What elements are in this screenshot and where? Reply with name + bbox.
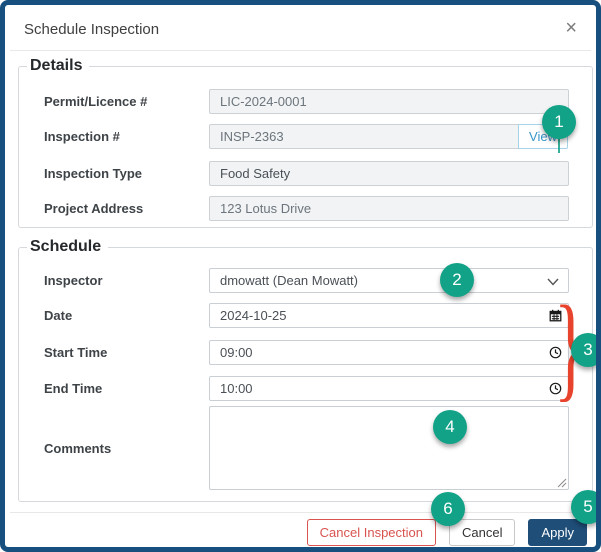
close-icon[interactable]: ×	[565, 18, 577, 38]
date-label: Date	[44, 308, 73, 323]
inspection-type-input	[209, 161, 569, 186]
cancel-inspection-button[interactable]: Cancel Inspection	[306, 519, 436, 546]
annotation-badge-6: 6	[431, 492, 465, 526]
date-control	[209, 303, 569, 328]
end-time-label: End Time	[44, 381, 103, 396]
comments-textarea[interactable]	[209, 406, 569, 490]
modal-title: Schedule Inspection	[24, 21, 160, 38]
schedule-section: Schedule Inspector dmowatt (Dean Mowatt)…	[18, 236, 593, 502]
project-address-label: Project Address	[44, 201, 144, 216]
schedule-legend: Schedule	[27, 236, 109, 258]
annotation-badge-4: 4	[433, 410, 467, 444]
inspection-number-input	[209, 124, 519, 149]
footer-divider	[10, 512, 591, 513]
inspection-number-label: Inspection #	[44, 129, 120, 144]
clock-icon[interactable]	[549, 382, 562, 395]
project-address-control	[209, 196, 569, 221]
inspector-selected-value: dmowatt (Dean Mowatt)	[220, 273, 358, 288]
annotation-badge-2: 2	[440, 263, 474, 297]
end-time-input[interactable]	[209, 376, 569, 401]
permit-licence-input	[209, 89, 569, 114]
inspection-number-control: View	[209, 124, 569, 149]
inspection-type-label: Inspection Type	[44, 166, 142, 181]
details-legend: Details	[27, 55, 90, 77]
cancel-button[interactable]: Cancel	[449, 519, 516, 546]
permit-licence-label: Permit/Licence #	[44, 94, 148, 109]
modal-header: Schedule Inspection ×	[10, 10, 591, 51]
clock-icon[interactable]	[549, 346, 562, 359]
annotation-badge-3: 3	[571, 333, 596, 367]
details-section: Details Permit/Licence # Inspection # Vi…	[18, 55, 593, 228]
project-address-input	[209, 196, 569, 221]
end-time-control	[209, 376, 569, 401]
chevron-down-icon	[547, 278, 559, 286]
annotation-badge-1: 1	[542, 105, 576, 139]
start-time-input[interactable]	[209, 340, 569, 365]
schedule-inspection-modal: Schedule Inspection × Details Permit/Lic…	[0, 0, 601, 552]
start-time-control	[209, 340, 569, 365]
inspector-control: dmowatt (Dean Mowatt)	[209, 268, 569, 293]
permit-licence-control	[209, 89, 569, 114]
apply-button[interactable]: Apply	[528, 519, 587, 546]
start-time-label: Start Time	[44, 345, 108, 360]
inspection-type-control	[209, 161, 569, 186]
comments-label: Comments	[44, 441, 112, 456]
annotation-badge-5: 5	[571, 490, 596, 524]
calendar-icon[interactable]	[549, 309, 562, 322]
inspector-label: Inspector	[44, 273, 103, 288]
inspector-select[interactable]: dmowatt (Dean Mowatt)	[209, 268, 569, 293]
date-input[interactable]	[209, 303, 569, 328]
